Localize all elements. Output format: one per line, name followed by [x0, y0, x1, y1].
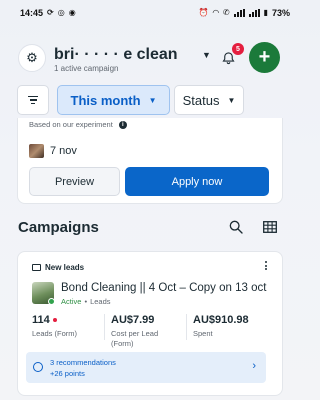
- experiment-note: Based on our experiment i: [29, 120, 127, 129]
- account-name[interactable]: bri· · · · · e clean: [54, 46, 178, 64]
- metric-leads: 114 Leads (Form): [32, 314, 77, 339]
- filter-button[interactable]: [17, 85, 49, 115]
- preview-button[interactable]: Preview: [29, 167, 120, 196]
- date-range-label: This month: [70, 92, 141, 108]
- metric-spent: AU$910.98 Spent: [193, 314, 249, 339]
- status-filter-label: Status: [182, 92, 220, 108]
- signal-2-icon: [248, 9, 260, 17]
- settings-button[interactable]: ⚙: [18, 44, 46, 72]
- chevron-right-icon: ›: [252, 360, 256, 372]
- notification-badge: 5: [232, 43, 244, 55]
- status-filter-chip[interactable]: Status ▼: [174, 85, 244, 115]
- recommendations-count: 3 recommendations: [50, 358, 116, 367]
- experiment-note-text: Based on our experiment: [29, 120, 113, 129]
- filter-bar: This month ▼ Status ▼: [17, 85, 300, 115]
- metric-value: AU$7.99: [111, 314, 155, 326]
- metric-label: Spent: [193, 329, 213, 338]
- chevron-down-icon: ▼: [148, 95, 157, 105]
- lead-form-icon: [32, 264, 41, 271]
- campaign-objective-type: Leads: [90, 297, 111, 306]
- nfc-icon: ◎: [57, 8, 65, 17]
- chevron-down-icon[interactable]: ▼: [202, 50, 211, 60]
- status-separator: •: [84, 297, 88, 306]
- campaign-status-active: Active: [61, 297, 82, 306]
- objective-label: New leads: [45, 263, 85, 272]
- sync-icon: ⟳: [47, 8, 54, 17]
- metric-label: Cost per Lead (Form): [111, 329, 159, 349]
- recommendation-card: Based on our experiment i 7 nov Preview …: [17, 118, 283, 204]
- recommendations-points: +26 points: [50, 369, 85, 378]
- gear-icon: ⚙: [26, 50, 38, 65]
- battery-level: 73%: [271, 8, 290, 18]
- objective-row: New leads: [32, 263, 84, 272]
- recommendation-date: 7 nov: [50, 145, 77, 157]
- search-icon[interactable]: [228, 219, 244, 235]
- more-options-icon[interactable]: [265, 261, 267, 270]
- date-range-chip[interactable]: This month ▼: [57, 85, 170, 115]
- volte-icon: ✆: [222, 8, 230, 17]
- account-subtitle: 1 active campaign: [54, 64, 119, 73]
- info-icon[interactable]: i: [118, 120, 127, 129]
- create-button[interactable]: +: [249, 42, 280, 73]
- active-status-dot: [48, 298, 55, 305]
- ad-thumbnail: [29, 144, 44, 158]
- campaign-status: Active • Leads: [61, 297, 111, 306]
- metric-divider: [186, 314, 187, 340]
- metric-divider: [104, 314, 105, 340]
- metric-cost-per-lead: AU$7.99 Cost per Lead (Form): [111, 314, 181, 349]
- campaign-name[interactable]: Bond Cleaning || 4 Oct – Copy on 13 oct: [61, 282, 266, 294]
- alert-dot: [52, 318, 57, 322]
- status-time: 14:45: [20, 8, 44, 18]
- signal-icon: [233, 9, 245, 17]
- battery-icon: ▮: [263, 8, 268, 17]
- chevron-down-icon: ▼: [227, 95, 236, 105]
- campaign-card[interactable]: New leads Bond Cleaning || 4 Oct – Copy …: [17, 251, 283, 396]
- apply-now-button[interactable]: Apply now: [125, 167, 269, 196]
- alarm-icon: ⏰: [198, 8, 209, 17]
- metric-value: 114: [32, 314, 77, 326]
- recommendations-bar[interactable]: 3 recommendations +26 points ›: [26, 352, 266, 383]
- messenger-icon: ◉: [68, 8, 76, 17]
- account-header: ⚙ bri· · · · · e clean 1 active campaign…: [18, 38, 280, 78]
- recommendation-icon: [33, 362, 43, 372]
- table-view-icon[interactable]: [263, 221, 277, 233]
- leads-value: 114: [32, 314, 50, 326]
- wifi-icon: ◠: [212, 8, 219, 17]
- metric-value: AU$910.98: [193, 314, 249, 326]
- campaigns-title: Campaigns: [18, 219, 99, 236]
- filter-icon: [28, 95, 38, 105]
- status-bar: 14:45 ⟳ ◎ ◉ ⏰ ◠ ✆ ▮ 73%: [0, 0, 300, 26]
- metric-label: Leads (Form): [32, 329, 78, 338]
